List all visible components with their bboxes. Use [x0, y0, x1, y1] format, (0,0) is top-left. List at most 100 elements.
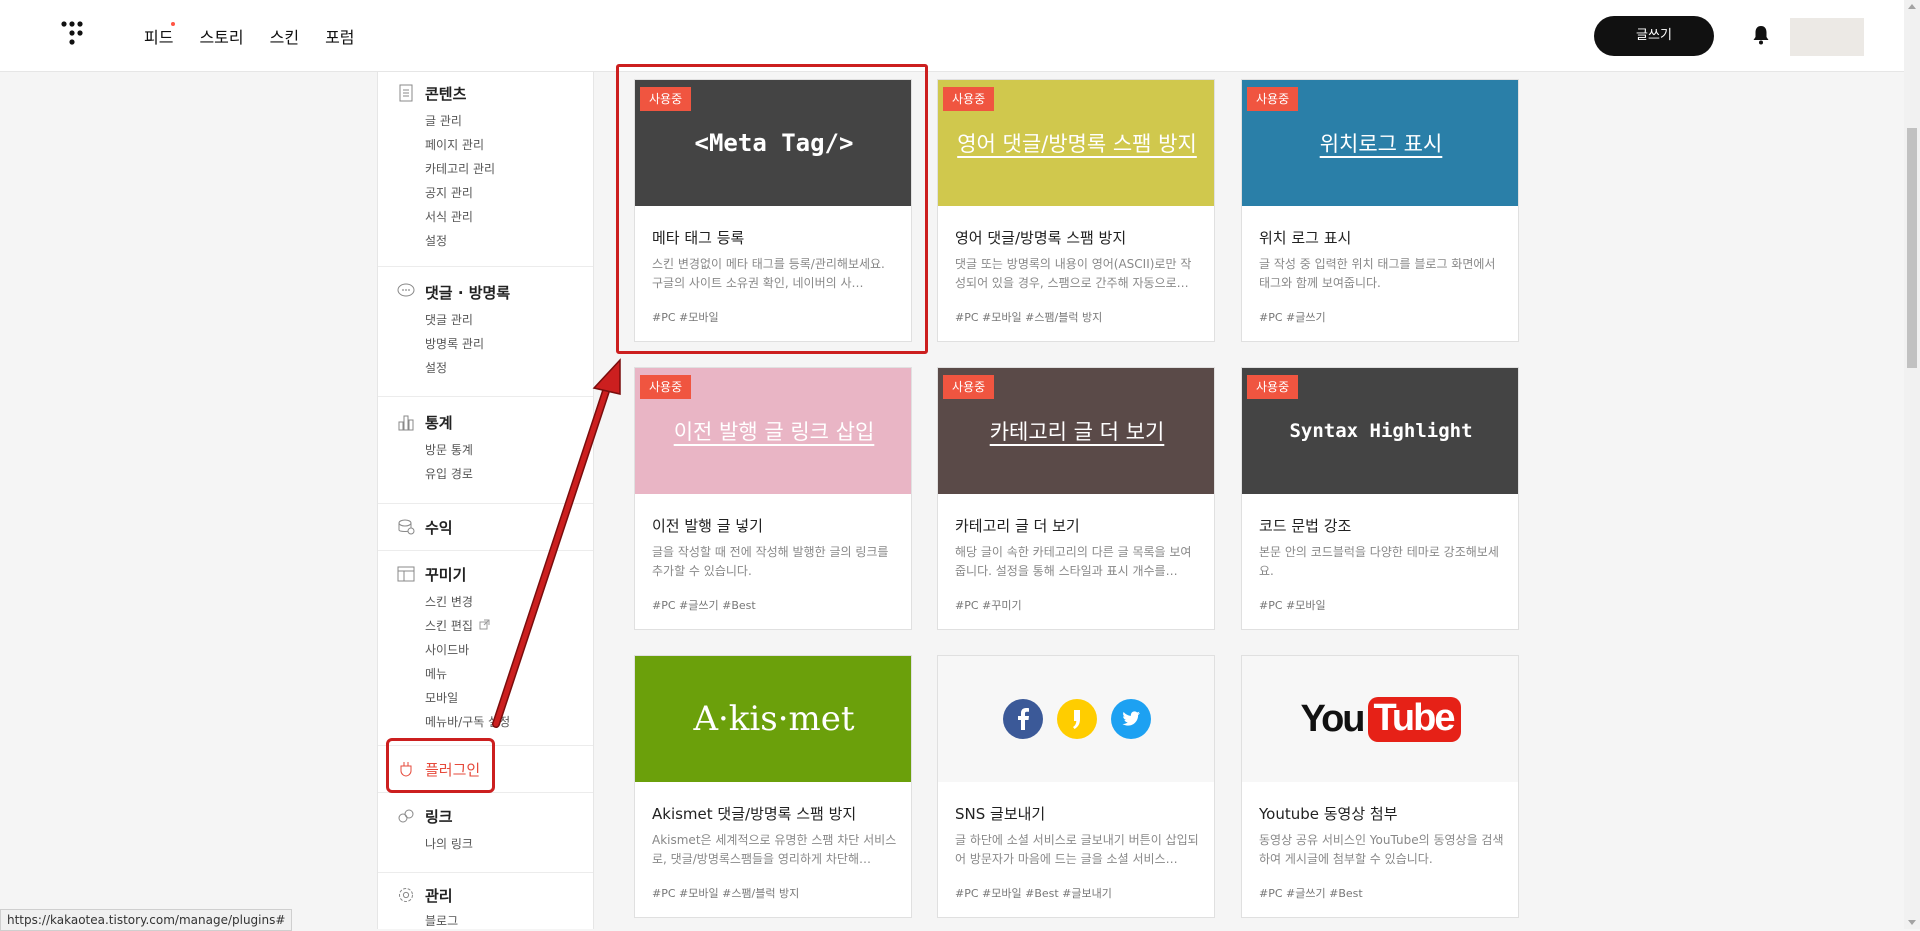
sidebar-item-categories[interactable]: 카테고리 관리: [425, 160, 495, 177]
plugin-card-previous-post-link[interactable]: 이전 발행 글 링크 삽입 사용중 이전 발행 글 넣기 글을 작성할 때 전에…: [634, 367, 912, 630]
sidebar-item-my-links[interactable]: 나의 링크: [425, 835, 473, 852]
plugin-tags: #PC #모바일 #스팸/블럭 방지: [652, 887, 800, 900]
nav-forum[interactable]: 포럼: [325, 24, 354, 48]
plugin-description: 글을 작성할 때 전에 작성해 발행한 글의 링크를 추가할 수 있습니다.: [652, 545, 889, 578]
sidebar-item-visit-stats[interactable]: 방문 통계: [425, 441, 473, 458]
sidebar-item-skin-change[interactable]: 스킨 변경: [425, 593, 473, 610]
sidebar-item-templates[interactable]: 서식 관리: [425, 208, 473, 225]
plugin-title: Youtube 동영상 첨부: [1259, 805, 1398, 823]
plugin-title: 코드 문법 강조: [1259, 517, 1352, 535]
sidebar-section-stats: 통계 방문 통계 유입 경로: [378, 396, 593, 504]
in-use-badge: 사용중: [640, 375, 692, 399]
sidebar-section-revenue: 수익: [378, 503, 593, 551]
plugin-description: 글 작성 중 입력한 위치 태그를 블로그 화면에서 태그와 함께 보여줍니다.: [1259, 257, 1496, 290]
plugin-title: 이전 발행 글 넣기: [652, 517, 763, 535]
write-button[interactable]: 글쓰기: [1594, 16, 1714, 56]
plugin-tags: #PC #꾸미기: [955, 599, 1022, 612]
avatar[interactable]: [1790, 18, 1864, 56]
sidebar-item-guestbook-manage[interactable]: 방명록 관리: [425, 335, 484, 352]
plugin-description: Akismet은 세계적으로 유명한 스팸 차단 서비스로, 댓글/방명록스팸들…: [652, 833, 897, 866]
sidebar-item-referrers[interactable]: 유입 경로: [425, 465, 473, 482]
plugin-title: 위치 로그 표시: [1259, 229, 1352, 247]
in-use-badge: 사용중: [1247, 375, 1299, 399]
gear-icon: [399, 888, 413, 902]
highlight-box-meta-tag-card: [616, 64, 928, 354]
sidebar-section-manage: 관리 블로그: [378, 872, 593, 929]
nav-skin[interactable]: 스킨: [270, 24, 299, 48]
status-bar-url: https://kakaotea.tistory.com/manage/plug…: [0, 909, 293, 931]
sidebar-item-sidebar[interactable]: 사이드바: [425, 641, 469, 658]
plugin-card-akismet[interactable]: A·kis·met Akismet 댓글/방명록 스팸 방지 Akismet은 …: [634, 655, 912, 918]
sidebar-item-posts[interactable]: 글 관리: [425, 112, 462, 129]
thumbnail-text: Syntax Highlight: [1289, 420, 1473, 442]
page-scrollbar[interactable]: [1904, 0, 1920, 929]
in-use-badge: 사용중: [1247, 87, 1299, 111]
top-bar: 피드 스토리 스킨 포럼 글쓰기: [0, 0, 1904, 72]
sidebar-title-content[interactable]: 콘텐츠: [425, 83, 466, 104]
facebook-icon: [1003, 699, 1043, 739]
plugin-description: 본문 안의 코드블럭을 다양한 테마로 강조해보세요.: [1259, 545, 1499, 578]
sidebar-title-link[interactable]: 링크: [425, 806, 453, 827]
sidebar-item-skin-edit[interactable]: 스킨 편집: [425, 617, 473, 634]
bar-chart-icon: [398, 415, 414, 431]
youtube-logo-you: You: [1300, 697, 1366, 740]
feed-new-dot: [171, 22, 175, 26]
scroll-down-arrow-icon[interactable]: [1908, 920, 1916, 925]
plugin-description: 글 하단에 소셜 서비스로 글보내기 버튼이 삽입되어 방문자가 마음에 드는 …: [955, 833, 1199, 866]
plugin-tags: #PC #글쓰기 #Best: [652, 599, 756, 612]
plugin-tags: #PC #모바일 #스팸/블럭 방지: [955, 311, 1103, 324]
sidebar-item-pages[interactable]: 페이지 관리: [425, 136, 484, 153]
sidebar-item-comment-manage[interactable]: 댓글 관리: [425, 311, 473, 328]
plugin-tags: #PC #글쓰기: [1259, 311, 1326, 324]
sidebar-title-stats[interactable]: 통계: [425, 412, 453, 433]
sidebar-item-comment-settings[interactable]: 설정: [425, 359, 447, 376]
sidebar-item-menu[interactable]: 메뉴: [425, 665, 447, 682]
plugin-tags: #PC #모바일: [1259, 599, 1326, 612]
in-use-badge: 사용중: [943, 375, 995, 399]
akismet-logo-text: A·kis·met: [693, 699, 855, 739]
sidebar-title-comments[interactable]: 댓글 · 방명록: [425, 282, 510, 303]
thumbnail-text: 이전 발행 글 링크 삽입: [673, 420, 875, 444]
sidebar-item-content-settings[interactable]: 설정: [425, 232, 447, 249]
sidebar-section-comments: 댓글 · 방명록 댓글 관리 방명록 관리 설정: [378, 266, 593, 397]
scroll-up-arrow-icon[interactable]: [1908, 4, 1916, 9]
tistory-logo-icon[interactable]: [60, 20, 84, 50]
sidebar-item-mobile[interactable]: 모바일: [425, 689, 458, 706]
plugin-card-english-spam[interactable]: 영어 댓글/방명록 스팸 방지 사용중 영어 댓글/방명록 스팸 방지 댓글 또…: [937, 79, 1215, 342]
kakaostory-icon: [1057, 699, 1097, 739]
external-link-icon: [479, 619, 490, 630]
scrollbar-thumb[interactable]: [1907, 128, 1917, 368]
sidebar-item-notices[interactable]: 공지 관리: [425, 184, 473, 201]
thumbnail-text: 영어 댓글/방명록 스팸 방지: [957, 132, 1197, 156]
plugin-thumbnail: [938, 656, 1214, 782]
thumbnail-text: 위치로그 표시: [1319, 132, 1443, 156]
sidebar-section-decorate: 꾸미기 스킨 변경 스킨 편집 사이드바 메뉴 모바일 메뉴바/구독 설정: [378, 550, 593, 746]
sidebar-title-decorate[interactable]: 꾸미기: [425, 564, 466, 585]
plugin-card-category-more[interactable]: 카테고리 글 더 보기 사용중 카테고리 글 더 보기 해당 글이 속한 카테고…: [937, 367, 1215, 630]
sidebar-item-blog[interactable]: 블로그: [425, 912, 458, 929]
thumbnail-text: 카테고리 글 더 보기: [989, 420, 1165, 444]
sidebar-title-manage[interactable]: 관리: [425, 885, 453, 906]
plugin-card-syntax-highlight[interactable]: Syntax Highlight 사용중 코드 문법 강조 본문 안의 코드블럭…: [1241, 367, 1519, 630]
plugin-card-youtube[interactable]: You Tube Youtube 동영상 첨부 동영상 공유 서비스인 YouT…: [1241, 655, 1519, 918]
plugin-title: 영어 댓글/방명록 스팸 방지: [955, 229, 1127, 247]
nav-feed[interactable]: 피드: [144, 24, 173, 48]
sidebar-title-revenue[interactable]: 수익: [425, 517, 453, 538]
plugin-title: 카테고리 글 더 보기: [955, 517, 1080, 535]
nav-story[interactable]: 스토리: [199, 24, 243, 48]
sidebar-item-menubar-subscribe[interactable]: 메뉴바/구독 설정: [425, 713, 510, 730]
plugin-card-sns-share[interactable]: SNS 글보내기 글 하단에 소셜 서비스로 글보내기 버튼이 삽입되어 방문자…: [937, 655, 1215, 918]
plugin-thumbnail: You Tube: [1242, 656, 1518, 782]
in-use-badge: 사용중: [943, 87, 995, 111]
bell-icon[interactable]: [1752, 25, 1770, 45]
plugin-thumbnail: A·kis·met: [635, 656, 911, 782]
plugin-description: 동영상 공유 서비스인 YouTube의 동영상을 검색하여 게시글에 첨부할 …: [1259, 833, 1504, 866]
youtube-logo-icon: You Tube: [1300, 696, 1462, 742]
youtube-logo-tube: Tube: [1367, 696, 1462, 742]
plugin-tags: #PC #모바일 #Best #글보내기: [955, 887, 1112, 900]
plugin-card-location-log[interactable]: 위치로그 표시 사용중 위치 로그 표시 글 작성 중 입력한 위치 태그를 블…: [1241, 79, 1519, 342]
plugin-description: 댓글 또는 방명록의 내용이 영어(ASCII)로만 작성되어 있을 경우, 스…: [955, 257, 1192, 290]
coin-icon: [398, 519, 415, 535]
plugin-title: SNS 글보내기: [955, 805, 1046, 823]
link-icon: [398, 809, 414, 823]
